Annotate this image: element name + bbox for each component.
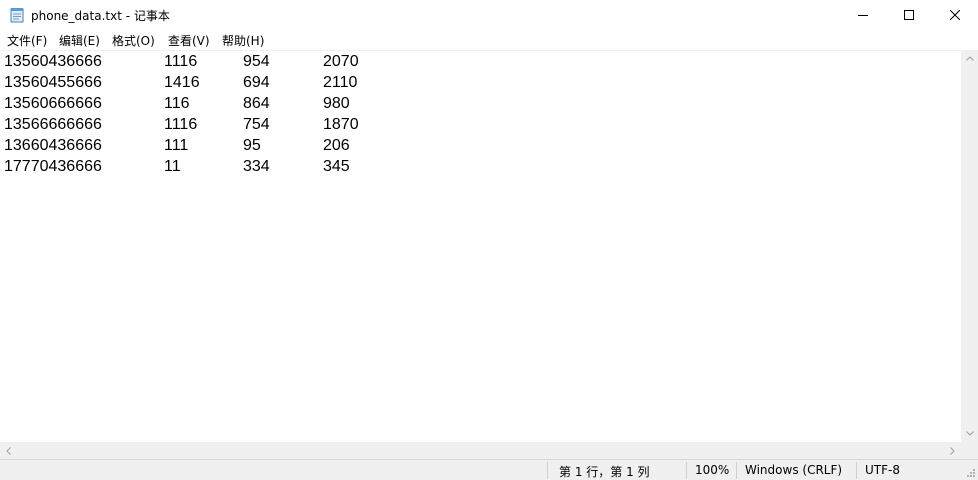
value-col-3: 980 — [323, 95, 350, 112]
phone-number: 17770436666 — [4, 158, 102, 175]
value-col-1: 116 — [164, 95, 190, 112]
value-col-2: 754 — [243, 116, 270, 133]
scroll-left-button[interactable] — [0, 442, 17, 459]
status-divider — [686, 462, 687, 479]
chevron-up-icon — [965, 56, 974, 61]
value-col-2: 954 — [243, 53, 270, 70]
chevron-left-icon — [6, 446, 11, 455]
value-col-3: 206 — [323, 137, 350, 154]
value-col-1: 111 — [164, 137, 189, 154]
value-col-1: 1116 — [164, 116, 198, 133]
value-col-3: 345 — [323, 158, 350, 175]
minimize-button[interactable] — [840, 0, 886, 30]
value-col-2: 334 — [243, 158, 270, 175]
chevron-right-icon — [950, 446, 955, 455]
scroll-right-button[interactable] — [944, 442, 961, 459]
status-divider — [856, 462, 857, 479]
value-col-2: 95 — [243, 137, 261, 154]
menu-view[interactable]: 查看(V) — [168, 32, 210, 49]
value-col-2: 694 — [243, 74, 270, 91]
window-title: phone_data.txt - 记事本 — [31, 9, 170, 23]
phone-number: 13560436666 — [4, 53, 102, 70]
phone-number: 13660436666 — [4, 137, 102, 154]
phone-number: 13560666666 — [4, 95, 102, 112]
zoom-level: 100% — [695, 463, 730, 477]
scroll-down-button[interactable] — [961, 425, 978, 442]
value-col-1: 1416 — [164, 74, 200, 91]
chevron-down-icon — [965, 431, 974, 436]
minimize-icon — [858, 15, 868, 16]
value-col-1: 1116 — [164, 53, 198, 70]
line-ending: Windows (CRLF) — [745, 463, 843, 477]
notepad-window: phone_data.txt - 记事本 文件(F) 编辑(E) 格式(O) 查… — [0, 0, 978, 480]
scrollbar-corner — [961, 442, 978, 459]
maximize-icon — [904, 10, 914, 20]
value-col-3: 1870 — [323, 116, 359, 133]
menu-file[interactable]: 文件(F) — [7, 32, 47, 49]
value-col-2: 864 — [243, 95, 270, 112]
cursor-position: 第 1 行，第 1 列 — [559, 465, 650, 479]
value-col-3: 2110 — [323, 74, 358, 91]
resize-grip-icon[interactable] — [964, 466, 976, 478]
phone-number: 13560455666 — [4, 74, 102, 91]
text-editor[interactable]: 13560436666 1116 954 2070 13560455666 14… — [0, 50, 961, 443]
maximize-button[interactable] — [886, 0, 932, 30]
status-divider — [547, 462, 548, 479]
value-col-3: 2070 — [323, 53, 359, 70]
status-bar: 第 1 行，第 1 列 100% Windows (CRLF) UTF-8 — [0, 459, 978, 480]
phone-number: 13566666666 — [4, 116, 102, 133]
title-bar[interactable]: phone_data.txt - 记事本 — [0, 0, 978, 30]
close-button[interactable] — [932, 0, 978, 30]
vertical-scrollbar[interactable] — [961, 50, 978, 442]
value-col-1: 11 — [164, 158, 181, 175]
scroll-up-button[interactable] — [961, 50, 978, 67]
notepad-icon — [10, 8, 24, 23]
menu-bar: 文件(F) 编辑(E) 格式(O) 查看(V) 帮助(H) — [0, 30, 978, 50]
encoding: UTF-8 — [865, 463, 900, 477]
menu-edit[interactable]: 编辑(E) — [59, 32, 100, 49]
horizontal-scrollbar[interactable] — [0, 442, 961, 459]
status-divider — [736, 462, 737, 479]
close-icon — [950, 10, 960, 20]
menu-format[interactable]: 格式(O) — [112, 32, 155, 49]
menu-help[interactable]: 帮助(H) — [222, 32, 264, 49]
